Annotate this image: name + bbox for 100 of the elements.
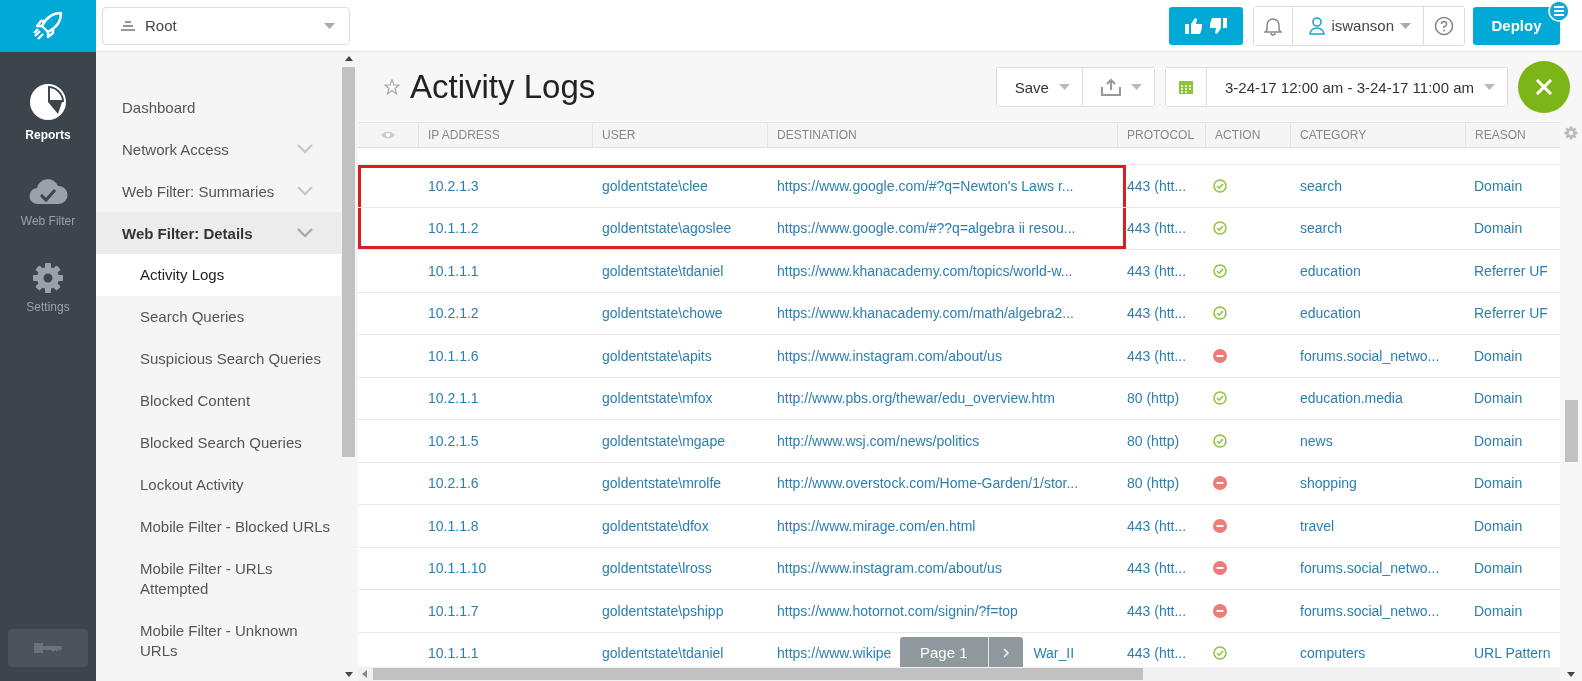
user-link[interactable]: goldentstate\tdaniel [602, 262, 724, 279]
ip-link[interactable]: 10.1.1.6 [428, 347, 479, 364]
protocol-link[interactable]: 443 (htt... [1127, 262, 1187, 279]
user-link[interactable]: goldentstate\agoslee [602, 220, 732, 237]
ip-link[interactable]: 10.1.1.8 [428, 517, 479, 534]
protocol-link[interactable]: 443 (htt... [1127, 560, 1187, 577]
nav-item[interactable]: Web Filter: Summaries [96, 170, 341, 212]
export-button[interactable] [1081, 68, 1154, 106]
protocol-link[interactable]: 443 (htt... [1127, 220, 1187, 237]
user-link[interactable]: goldentstate\pshipp [602, 602, 724, 619]
protocol-link[interactable]: 443 (htt... [1127, 305, 1187, 322]
reason-link[interactable]: Referrer UF [1474, 262, 1548, 279]
category-link[interactable]: news [1300, 432, 1333, 449]
user-link[interactable]: goldentstate\dfox [602, 517, 709, 534]
user-link[interactable]: goldentstate\clee [602, 177, 708, 194]
scroll-up-icon[interactable] [344, 56, 353, 61]
rocket-logo[interactable] [0, 0, 96, 52]
rail-item[interactable]: Reports [25, 82, 71, 142]
reason-link[interactable]: Domain [1474, 560, 1523, 577]
destination-link[interactable]: http://www.pbs.org/thewar/edu_overview.htm [777, 390, 1055, 407]
ip-link[interactable]: 10.1.1.2 [428, 220, 479, 237]
column-header[interactable]: REASON [1475, 128, 1526, 142]
ip-link[interactable]: 10.2.1.3 [428, 177, 479, 194]
nav-subitem[interactable]: Mobile Filter - Unknown URLs [96, 610, 341, 672]
protocol-link[interactable]: 443 (htt... [1127, 602, 1187, 619]
column-header[interactable]: USER [602, 128, 636, 142]
reason-link[interactable]: Domain [1474, 602, 1523, 619]
ip-link[interactable]: 10.1.1.1 [428, 645, 479, 662]
scrollbar-thumb[interactable] [342, 67, 355, 457]
category-link[interactable]: shopping [1300, 475, 1357, 492]
date-range-dropdown[interactable]: 3-24-17 12:00 am - 3-24-17 11:00 am [1205, 68, 1507, 106]
deploy-button[interactable]: Deploy [1473, 6, 1560, 45]
user-link[interactable]: goldentstate\mrolfe [602, 475, 722, 492]
category-link[interactable]: forums.social_netwo... [1300, 347, 1440, 364]
nav-subitem[interactable]: Mobile Filter - Blocked URLs [96, 506, 341, 548]
rail-item[interactable]: Settings [26, 262, 70, 314]
destination-link[interactable]: http://www.wsj.com/news/politics [777, 432, 980, 449]
menu-icon[interactable] [1548, 0, 1570, 22]
reason-link[interactable]: Domain [1474, 220, 1523, 237]
destination-link[interactable]: https://www.google.com/#?q=Newton's Laws r... [777, 177, 1074, 194]
user-link[interactable]: goldentstate\mgape [602, 432, 725, 449]
protocol-link[interactable]: 443 (htt... [1127, 645, 1187, 662]
destination-link[interactable]: https://www.google.com/#??q=algebra ii resou... [777, 220, 1076, 237]
scroll-left-icon[interactable] [362, 670, 367, 678]
page-button[interactable]: Page 1 [900, 637, 988, 667]
scroll-down-icon[interactable] [1567, 672, 1575, 677]
column-header[interactable]: CATEGORY [1300, 128, 1367, 142]
column-header[interactable]: IP ADDRESS [428, 128, 500, 142]
scrollbar-thumb[interactable] [1564, 400, 1578, 462]
nav-subitem[interactable]: Search Queries [96, 296, 341, 338]
category-link[interactable]: computers [1300, 645, 1366, 662]
user-link[interactable]: goldentstate\tdaniel [602, 645, 724, 662]
eye-icon[interactable] [380, 130, 396, 140]
destination-link[interactable]: https://www.wikipe [777, 645, 892, 662]
destination-link[interactable]: https://www.mirage.com/en.html [777, 517, 976, 534]
reason-link[interactable]: Domain [1474, 347, 1523, 364]
tools-button[interactable] [1518, 61, 1570, 113]
category-link[interactable]: education [1300, 305, 1361, 322]
reason-link[interactable]: Domain [1474, 432, 1523, 449]
feedback-button[interactable] [1169, 6, 1244, 45]
help-button[interactable] [1423, 6, 1464, 45]
scroll-down-icon[interactable] [344, 672, 353, 677]
nav-subitem[interactable]: Blocked Content [96, 380, 341, 422]
ip-link[interactable]: 10.2.1.5 [428, 432, 479, 449]
category-link[interactable]: education.media [1300, 390, 1403, 407]
ip-link[interactable]: 10.1.1.10 [428, 560, 487, 577]
destination-link[interactable]: War_II [1033, 645, 1075, 662]
reason-link[interactable]: URL Pattern [1474, 645, 1551, 662]
ip-link[interactable]: 10.2.1.2 [428, 305, 479, 322]
reason-link[interactable]: Domain [1474, 475, 1523, 492]
scope-dropdown[interactable]: Root [102, 6, 350, 45]
column-header[interactable]: PROTOCOL [1127, 128, 1195, 142]
ip-link[interactable]: 10.1.1.7 [428, 602, 479, 619]
category-link[interactable]: search [1300, 220, 1343, 237]
nav-subitem[interactable]: Activity Logs [96, 254, 341, 296]
user-link[interactable]: goldentstate\apits [602, 347, 712, 364]
reason-link[interactable]: Referrer UF [1474, 305, 1548, 322]
column-header[interactable]: ACTION [1215, 128, 1261, 142]
scrollbar-thumb[interactable] [373, 668, 1143, 680]
reason-link[interactable]: Domain [1474, 177, 1523, 194]
protocol-link[interactable]: 80 (http) [1127, 390, 1180, 407]
destination-link[interactable]: https://www.hotornot.com/signin/?f=top [777, 602, 1018, 619]
settings-icon[interactable] [1564, 126, 1578, 140]
category-link[interactable]: travel [1300, 517, 1335, 534]
nav-item[interactable]: Web Filter: Details [96, 212, 341, 254]
ip-link[interactable]: 10.2.1.1 [428, 390, 479, 407]
reason-link[interactable]: Domain [1474, 390, 1523, 407]
category-link[interactable]: search [1300, 177, 1343, 194]
ip-link[interactable]: 10.1.1.1 [428, 262, 479, 279]
nav-subitem[interactable]: Blocked Search Queries [96, 422, 341, 464]
category-link[interactable]: forums.social_netwo... [1300, 560, 1440, 577]
destination-link[interactable]: https://www.instagram.com/about/us [777, 560, 1002, 577]
rail-item[interactable]: Web Filter [20, 176, 76, 228]
reason-link[interactable]: Domain [1474, 517, 1523, 534]
destination-link[interactable]: http://www.overstock.com/Home-Garden/1/stor... [777, 475, 1079, 492]
nav-subitem[interactable]: Mobile Filter - URLs Attempted [96, 548, 341, 610]
destination-link[interactable]: https://www.khanacademy.com/topics/world-w... [777, 262, 1073, 279]
protocol-link[interactable]: 80 (http) [1127, 475, 1180, 492]
nav-subitem[interactable]: Lockout Activity [96, 464, 341, 506]
category-link[interactable]: education [1300, 262, 1361, 279]
